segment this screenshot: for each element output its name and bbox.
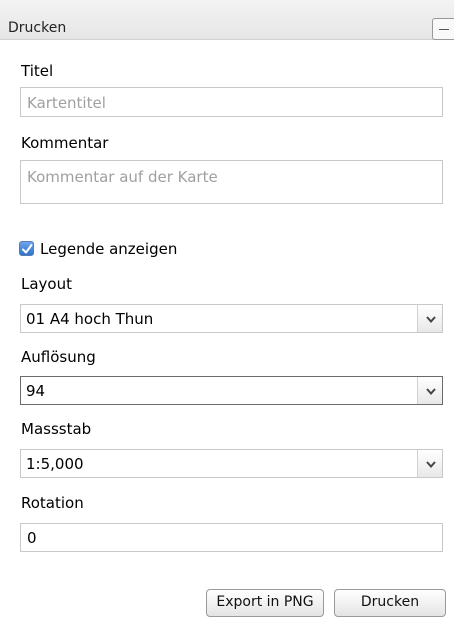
rotation-label: Rotation	[21, 494, 84, 512]
scale-select[interactable]: 1:5,000	[20, 449, 443, 478]
panel-header: Drucken	[0, 0, 454, 40]
resolution-select[interactable]: 94	[20, 376, 443, 405]
resolution-label: Auflösung	[21, 348, 96, 366]
print-button[interactable]: Drucken	[334, 589, 446, 617]
rotation-input[interactable]: 0	[20, 523, 443, 552]
comment-textarea[interactable]: Kommentar auf der Karte	[20, 160, 443, 204]
scale-label: Massstab	[21, 420, 92, 438]
legend-checkbox[interactable]	[19, 241, 34, 256]
title-placeholder: Kartentitel	[27, 94, 106, 112]
rotation-value: 0	[27, 529, 37, 547]
panel-title: Drucken	[8, 20, 67, 36]
layout-value: 01 A4 hoch Thun	[26, 310, 154, 328]
layout-select[interactable]: 01 A4 hoch Thun	[20, 304, 443, 333]
layout-label: Layout	[21, 275, 72, 293]
scale-value: 1:5,000	[26, 455, 84, 473]
comment-label: Kommentar	[21, 134, 109, 152]
resolution-value: 94	[26, 382, 46, 400]
title-input[interactable]: Kartentitel	[20, 87, 443, 117]
legend-label: Legende anzeigen	[40, 240, 178, 258]
comment-placeholder: Kommentar auf der Karte	[27, 168, 218, 186]
title-label: Titel	[21, 62, 54, 80]
minus-icon	[439, 29, 449, 30]
chevron-down-icon	[426, 388, 436, 395]
scale-dropdown-button[interactable]	[417, 450, 442, 477]
chevron-down-icon	[426, 461, 436, 468]
collapse-button[interactable]	[432, 18, 454, 40]
resolution-dropdown-button[interactable]	[417, 377, 442, 404]
export-png-button[interactable]: Export in PNG	[206, 589, 324, 617]
chevron-down-icon	[426, 316, 436, 323]
checkmark-icon	[22, 244, 33, 254]
layout-dropdown-button[interactable]	[417, 305, 442, 332]
